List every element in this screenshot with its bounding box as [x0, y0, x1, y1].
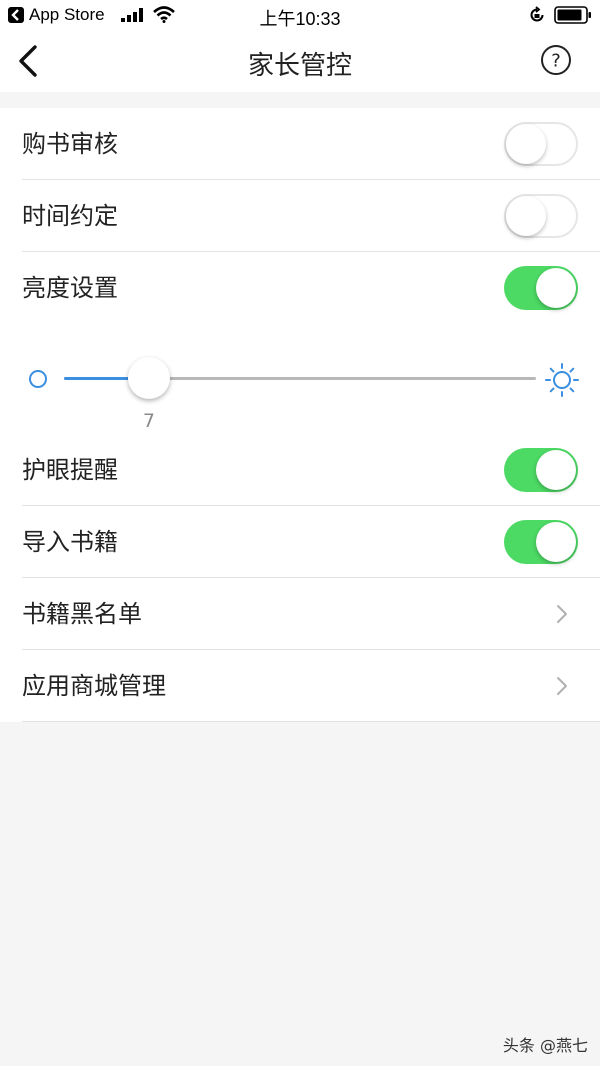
question-circle-icon[interactable]: ? [540, 44, 572, 76]
navigation-bar: 家长管控 ? [0, 32, 600, 92]
setting-row-brightness[interactable]: 亮度设置 [0, 252, 600, 324]
brightness-slider: 7 [0, 324, 600, 434]
toggle-knob [506, 124, 546, 164]
rotation-lock-icon [530, 6, 544, 22]
toggle-knob [506, 196, 546, 236]
toggle-knob [536, 268, 576, 308]
setting-label: 时间约定 [22, 202, 118, 230]
status-bar: App Store 上午10:33 [0, 0, 600, 32]
import-books-toggle[interactable] [504, 520, 578, 564]
setting-row-time-agreement[interactable]: 时间约定 [0, 180, 600, 252]
slider-thumb[interactable] [127, 357, 170, 399]
svg-text:?: ? [551, 51, 561, 72]
time-agreement-toggle[interactable] [504, 194, 578, 238]
setting-row-purchase-review[interactable]: 购书审核 [0, 108, 600, 180]
setting-row-book-blacklist[interactable]: 书籍黑名单 [0, 578, 600, 650]
battery-icon [554, 6, 591, 24]
setting-label: 书籍黑名单 [22, 600, 142, 628]
setting-label: 应用商城管理 [22, 672, 166, 700]
clock: 上午10:33 [259, 9, 341, 29]
divider [22, 721, 600, 722]
setting-row-import-books[interactable]: 导入书籍 [0, 506, 600, 578]
setting-label: 护眼提醒 [22, 456, 118, 484]
setting-row-eye-care[interactable]: 护眼提醒 [0, 434, 600, 506]
settings-list: 购书审核 时间约定 亮度设置 7 护眼提醒 导入书籍 书籍黑名单 应用商城管理 [0, 108, 600, 722]
setting-label: 购书审核 [22, 130, 118, 158]
toggle-knob [536, 522, 576, 562]
setting-row-app-store-management[interactable]: 应用商城管理 [0, 650, 600, 722]
watermark: 头条 @燕七 [502, 1036, 588, 1055]
purchase-review-toggle[interactable] [504, 122, 578, 166]
brightness-high-icon [545, 363, 579, 397]
slider-value: 7 [142, 410, 155, 432]
chevron-right-icon [557, 605, 567, 623]
page-title: 家长管控 [247, 51, 352, 81]
brightness-toggle[interactable] [504, 266, 578, 310]
brightness-low-icon [29, 370, 47, 388]
chevron-right-icon [557, 677, 567, 695]
toggle-knob [536, 450, 576, 490]
setting-label: 导入书籍 [22, 528, 118, 556]
setting-label: 亮度设置 [22, 274, 118, 302]
eye-care-toggle[interactable] [504, 448, 578, 492]
